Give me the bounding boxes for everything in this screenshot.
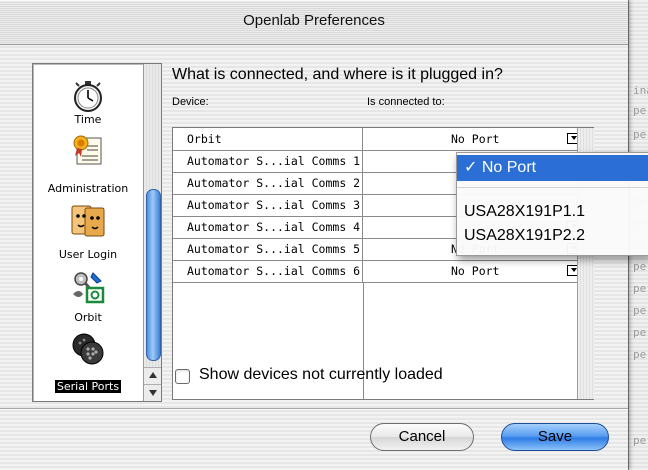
stopwatch-icon xyxy=(74,81,102,112)
sidebar-item-serial-ports[interactable]: Serial Ports xyxy=(33,330,143,400)
menu-separator xyxy=(457,187,648,188)
sidebar-item-label: Serial Ports xyxy=(54,380,122,393)
table-row[interactable]: Orbit No Port xyxy=(173,128,593,151)
device-name: Automator S...ial Comms 3 xyxy=(173,194,363,216)
bg-text: pe xyxy=(633,326,647,339)
sidebar-scrollbar[interactable] xyxy=(143,64,161,401)
cancel-button[interactable]: Cancel xyxy=(370,423,474,451)
sidebar-item-label: User Login xyxy=(58,248,118,261)
page-heading: What is connected, and where is it plugg… xyxy=(172,66,503,83)
show-unloaded-label[interactable]: Show devices not currently loaded xyxy=(199,366,443,384)
bg-text: pe xyxy=(633,128,647,141)
device-name: Automator S...ial Comms 2 xyxy=(173,172,363,194)
category-sidebar: Time Administration User Login Orbit Ser… xyxy=(32,63,162,402)
sidebar-item-time[interactable]: Time xyxy=(33,66,143,126)
serial-port-icon xyxy=(72,333,104,365)
port-value: No Port xyxy=(451,132,500,146)
tools-icon xyxy=(73,272,105,304)
bg-text: pe xyxy=(633,282,647,295)
divider xyxy=(0,408,628,410)
device-column-header: Device: xyxy=(172,96,209,108)
port-popup-menu: ✓ No Port USA28X191P1.1 USA28X191P2.2 xyxy=(456,152,648,256)
sidebar-item-administration[interactable]: Administration xyxy=(33,128,143,195)
device-name: Orbit xyxy=(173,128,363,150)
sidebar-item-user-login[interactable]: User Login xyxy=(33,198,143,264)
sidebar-item-label: Orbit xyxy=(74,311,102,324)
sidebar-item-label: Time xyxy=(74,113,102,126)
bg-text: pe xyxy=(633,104,647,117)
menu-item-port-2[interactable]: USA28X191P2.2 xyxy=(457,223,648,249)
port-value: No Port xyxy=(451,264,500,278)
table-row[interactable]: Automator S...ial Comms 6 No Port xyxy=(173,260,593,283)
bg-text: pe xyxy=(633,434,647,447)
bg-text: pe xyxy=(633,348,647,361)
title-bar[interactable]: Openlab Preferences xyxy=(0,0,628,45)
user-faces-icon xyxy=(71,205,105,237)
device-name: Automator S...ial Comms 5 xyxy=(173,238,363,260)
connected-column-header: Is connected to: xyxy=(367,96,445,108)
show-unloaded-checkbox[interactable] xyxy=(175,369,190,384)
sidebar-item-label: Administration xyxy=(47,182,129,195)
device-name: Automator S...ial Comms 4 xyxy=(173,216,363,238)
device-name: Automator S...ial Comms 1 xyxy=(173,150,363,172)
bg-text: ina xyxy=(633,84,648,97)
bg-text: pe xyxy=(633,304,647,317)
scroll-down-arrow-icon[interactable] xyxy=(144,384,161,401)
menu-item-port-1[interactable]: USA28X191P1.1 xyxy=(457,199,648,225)
scroll-up-arrow-icon[interactable] xyxy=(144,367,161,384)
device-name: Automator S...ial Comms 6 xyxy=(173,260,363,282)
bg-text: pe xyxy=(633,260,647,273)
scrollbar-thumb[interactable] xyxy=(146,189,161,361)
save-button[interactable]: Save xyxy=(501,423,609,451)
menu-item-no-port[interactable]: ✓ No Port xyxy=(457,155,648,181)
window-title: Openlab Preferences xyxy=(243,12,385,29)
sidebar-item-orbit[interactable]: Orbit xyxy=(33,266,143,328)
certificate-icon xyxy=(73,135,102,165)
